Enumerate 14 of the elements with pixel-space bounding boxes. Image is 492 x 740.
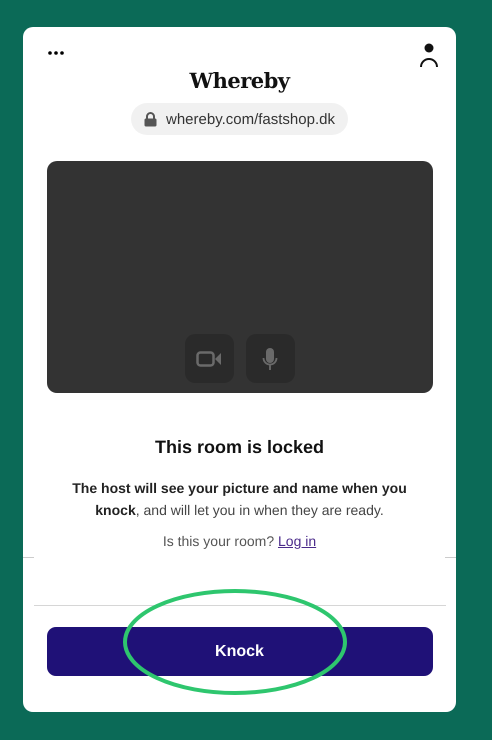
user-icon[interactable]: [419, 43, 439, 69]
room-locked-title: This room is locked: [154, 437, 324, 458]
microphone-button[interactable]: [246, 334, 294, 383]
logo: Whereby: [189, 67, 290, 95]
login-link[interactable]: Log in: [278, 533, 316, 549]
knock-message: The host will see your picture and name when you knock, and will let you in when they are ready.: [71, 479, 408, 520]
room-owner-prompt: Is this your room? Log in: [162, 533, 316, 549]
more-options-icon[interactable]: [48, 51, 64, 55]
knock-button[interactable]: Knock: [46, 627, 432, 676]
video-camera-icon: [196, 350, 222, 366]
room-url: whereby.com/fastshop.dk: [166, 110, 335, 128]
lock-icon: [144, 112, 157, 126]
camera-button[interactable]: [184, 334, 234, 383]
microphone-icon: [262, 346, 278, 370]
